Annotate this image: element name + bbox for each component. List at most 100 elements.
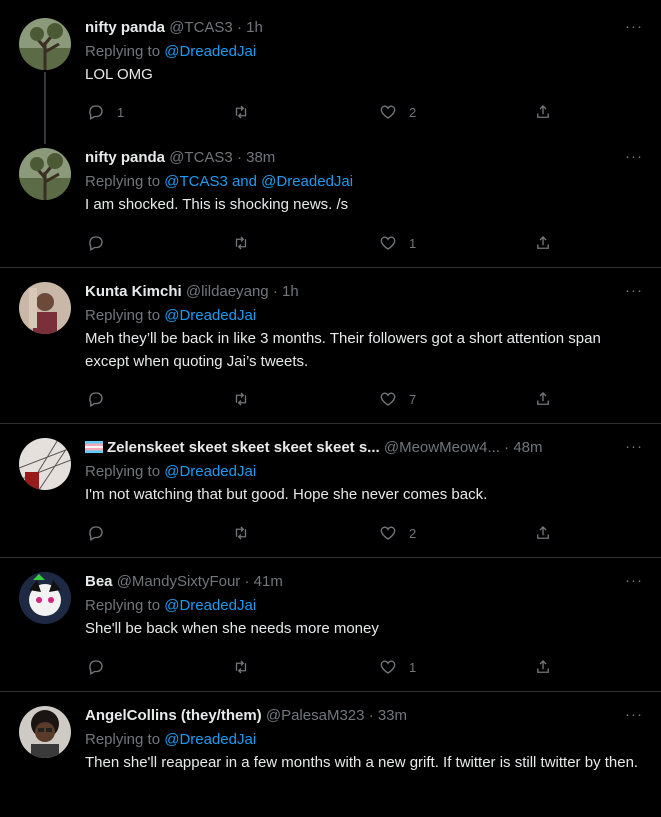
tweet-header: Zelenskeet skeet skeet skeet skeet s... … <box>85 438 641 458</box>
replying-to-label: Replying to <box>85 463 165 480</box>
timestamp[interactable]: 48m <box>513 439 542 456</box>
reply-button[interactable] <box>87 388 117 410</box>
separator-dot: · <box>272 283 278 300</box>
tweet[interactable]: Bea @MandySixtyFour · 41m Replying to @D… <box>0 558 661 692</box>
display-name[interactable]: nifty panda <box>85 149 165 166</box>
tweet[interactable]: Kunta Kimchi @lildaeyang · 1h Replying t… <box>0 268 661 424</box>
separator-dot: · <box>244 573 250 590</box>
avatar[interactable] <box>19 706 71 758</box>
heart-icon <box>380 236 396 250</box>
like-button[interactable]: 1 <box>379 232 416 254</box>
display-name[interactable]: Zelenskeet skeet skeet skeet skeet s... <box>107 439 380 456</box>
share-icon <box>537 526 549 539</box>
tweet[interactable]: nifty panda @TCAS3 · 38m Replying to @TC… <box>0 136 661 268</box>
tweet-actions: 1 <box>85 232 641 254</box>
tweet[interactable]: Zelenskeet skeet skeet skeet skeet s... … <box>0 424 661 558</box>
share-button[interactable] <box>534 232 552 254</box>
more-options-button[interactable]: ··· <box>623 18 645 35</box>
replying-to: Replying to @TCAS3 and @DreadedJai <box>85 171 641 193</box>
replying-to: Replying to @DreadedJai <box>85 595 641 617</box>
reply-mention-link[interactable]: @DreadedJai <box>164 43 256 60</box>
tweet[interactable]: AngelCollins (they/them) @PalesaM323 · 3… <box>0 692 661 817</box>
user-handle[interactable]: @MeowMeow4... <box>384 439 500 456</box>
like-button[interactable]: 7 <box>379 388 416 410</box>
user-handle[interactable]: @TCAS3 <box>169 19 233 36</box>
user-handle[interactable]: @lildaeyang <box>186 283 269 300</box>
user-handle[interactable]: @PalesaM323 <box>266 707 365 724</box>
tweet-text: She'll be back when she needs more money <box>85 620 379 637</box>
tweet-header: Bea @MandySixtyFour · 41m <box>85 572 641 592</box>
reply-mention-link[interactable]: @DreadedJai <box>164 731 256 748</box>
more-options-button[interactable]: ··· <box>623 148 645 165</box>
replying-to: Replying to @DreadedJai <box>85 461 641 483</box>
like-button[interactable]: 2 <box>379 101 416 123</box>
separator-dot: · <box>236 149 242 166</box>
tweet-header: nifty panda @TCAS3 · 1h <box>85 18 641 38</box>
retweet-button[interactable] <box>232 656 262 678</box>
retweet-button[interactable] <box>232 522 262 544</box>
retweet-icon <box>235 105 247 119</box>
more-options-button[interactable]: ··· <box>623 572 645 589</box>
timestamp[interactable]: 1h <box>246 19 263 36</box>
avatar[interactable] <box>19 18 71 70</box>
user-handle[interactable]: @MandySixtyFour <box>117 573 241 590</box>
avatar[interactable] <box>19 282 71 334</box>
user-handle[interactable]: @TCAS3 <box>169 149 233 166</box>
more-options-button[interactable]: ··· <box>623 282 645 299</box>
share-button[interactable] <box>534 101 552 123</box>
display-name[interactable]: nifty panda <box>85 19 165 36</box>
tweet-text: I'm not watching that but good. Hope she… <box>85 486 488 503</box>
heart-icon <box>380 526 396 540</box>
reply-icon <box>89 660 103 675</box>
display-name[interactable]: Bea <box>85 573 113 590</box>
like-button[interactable]: 1 <box>379 656 416 678</box>
replying-to: Replying to @DreadedJai <box>85 305 641 327</box>
share-button[interactable] <box>534 656 552 678</box>
timestamp[interactable]: 33m <box>378 707 407 724</box>
more-options-button[interactable]: ··· <box>623 706 645 723</box>
retweet-icon <box>235 392 247 406</box>
avatar[interactable] <box>19 148 71 200</box>
reply-mention-link[interactable]: @DreadedJai <box>164 463 256 480</box>
tweet-header: nifty panda @TCAS3 · 38m <box>85 148 641 168</box>
avatar[interactable] <box>19 572 71 624</box>
timestamp[interactable]: 41m <box>254 573 283 590</box>
reply-mention-link[interactable]: @TCAS3 and @DreadedJai <box>164 173 353 190</box>
trans-flag-icon <box>85 441 103 453</box>
reply-icon <box>89 236 103 251</box>
retweet-button[interactable] <box>232 101 262 123</box>
more-options-button[interactable]: ··· <box>623 438 645 455</box>
tweet-header: Kunta Kimchi @lildaeyang · 1h <box>85 282 641 302</box>
separator-dot: · <box>236 19 242 36</box>
timestamp[interactable]: 38m <box>246 149 275 166</box>
share-icon <box>537 105 549 118</box>
tweet[interactable]: nifty panda @TCAS3 · 1h Replying to @Dre… <box>0 0 661 144</box>
avatar[interactable] <box>19 438 71 490</box>
reply-feed: nifty panda @TCAS3 · 1h Replying to @Dre… <box>0 0 661 817</box>
tweet-text: I am shocked. This is shocking news. /s <box>85 196 349 213</box>
timestamp[interactable]: 1h <box>282 283 299 300</box>
replying-to-label: Replying to <box>85 307 165 324</box>
display-name[interactable]: AngelCollins (they/them) <box>85 707 262 724</box>
reply-button[interactable]: 1 <box>87 101 124 123</box>
like-button[interactable]: 2 <box>379 522 416 544</box>
like-count: 1 <box>409 659 417 675</box>
retweet-icon <box>235 236 247 250</box>
reply-button[interactable] <box>87 232 117 254</box>
retweet-button[interactable] <box>232 388 262 410</box>
reply-mention-link[interactable]: @DreadedJai <box>164 307 256 324</box>
retweet-button[interactable] <box>232 232 262 254</box>
share-button[interactable] <box>534 388 552 410</box>
retweet-icon <box>235 526 247 540</box>
reply-mention-link[interactable]: @DreadedJai <box>164 597 256 614</box>
like-count: 1 <box>409 235 417 251</box>
display-name[interactable]: Kunta Kimchi <box>85 283 182 300</box>
share-icon <box>537 660 549 673</box>
reply-button[interactable] <box>87 522 117 544</box>
share-icon <box>537 236 549 249</box>
separator-dot: · <box>368 707 374 724</box>
thread-connector-line <box>44 72 46 144</box>
share-button[interactable] <box>534 522 552 544</box>
reply-button[interactable] <box>87 656 117 678</box>
retweet-icon <box>235 660 247 674</box>
